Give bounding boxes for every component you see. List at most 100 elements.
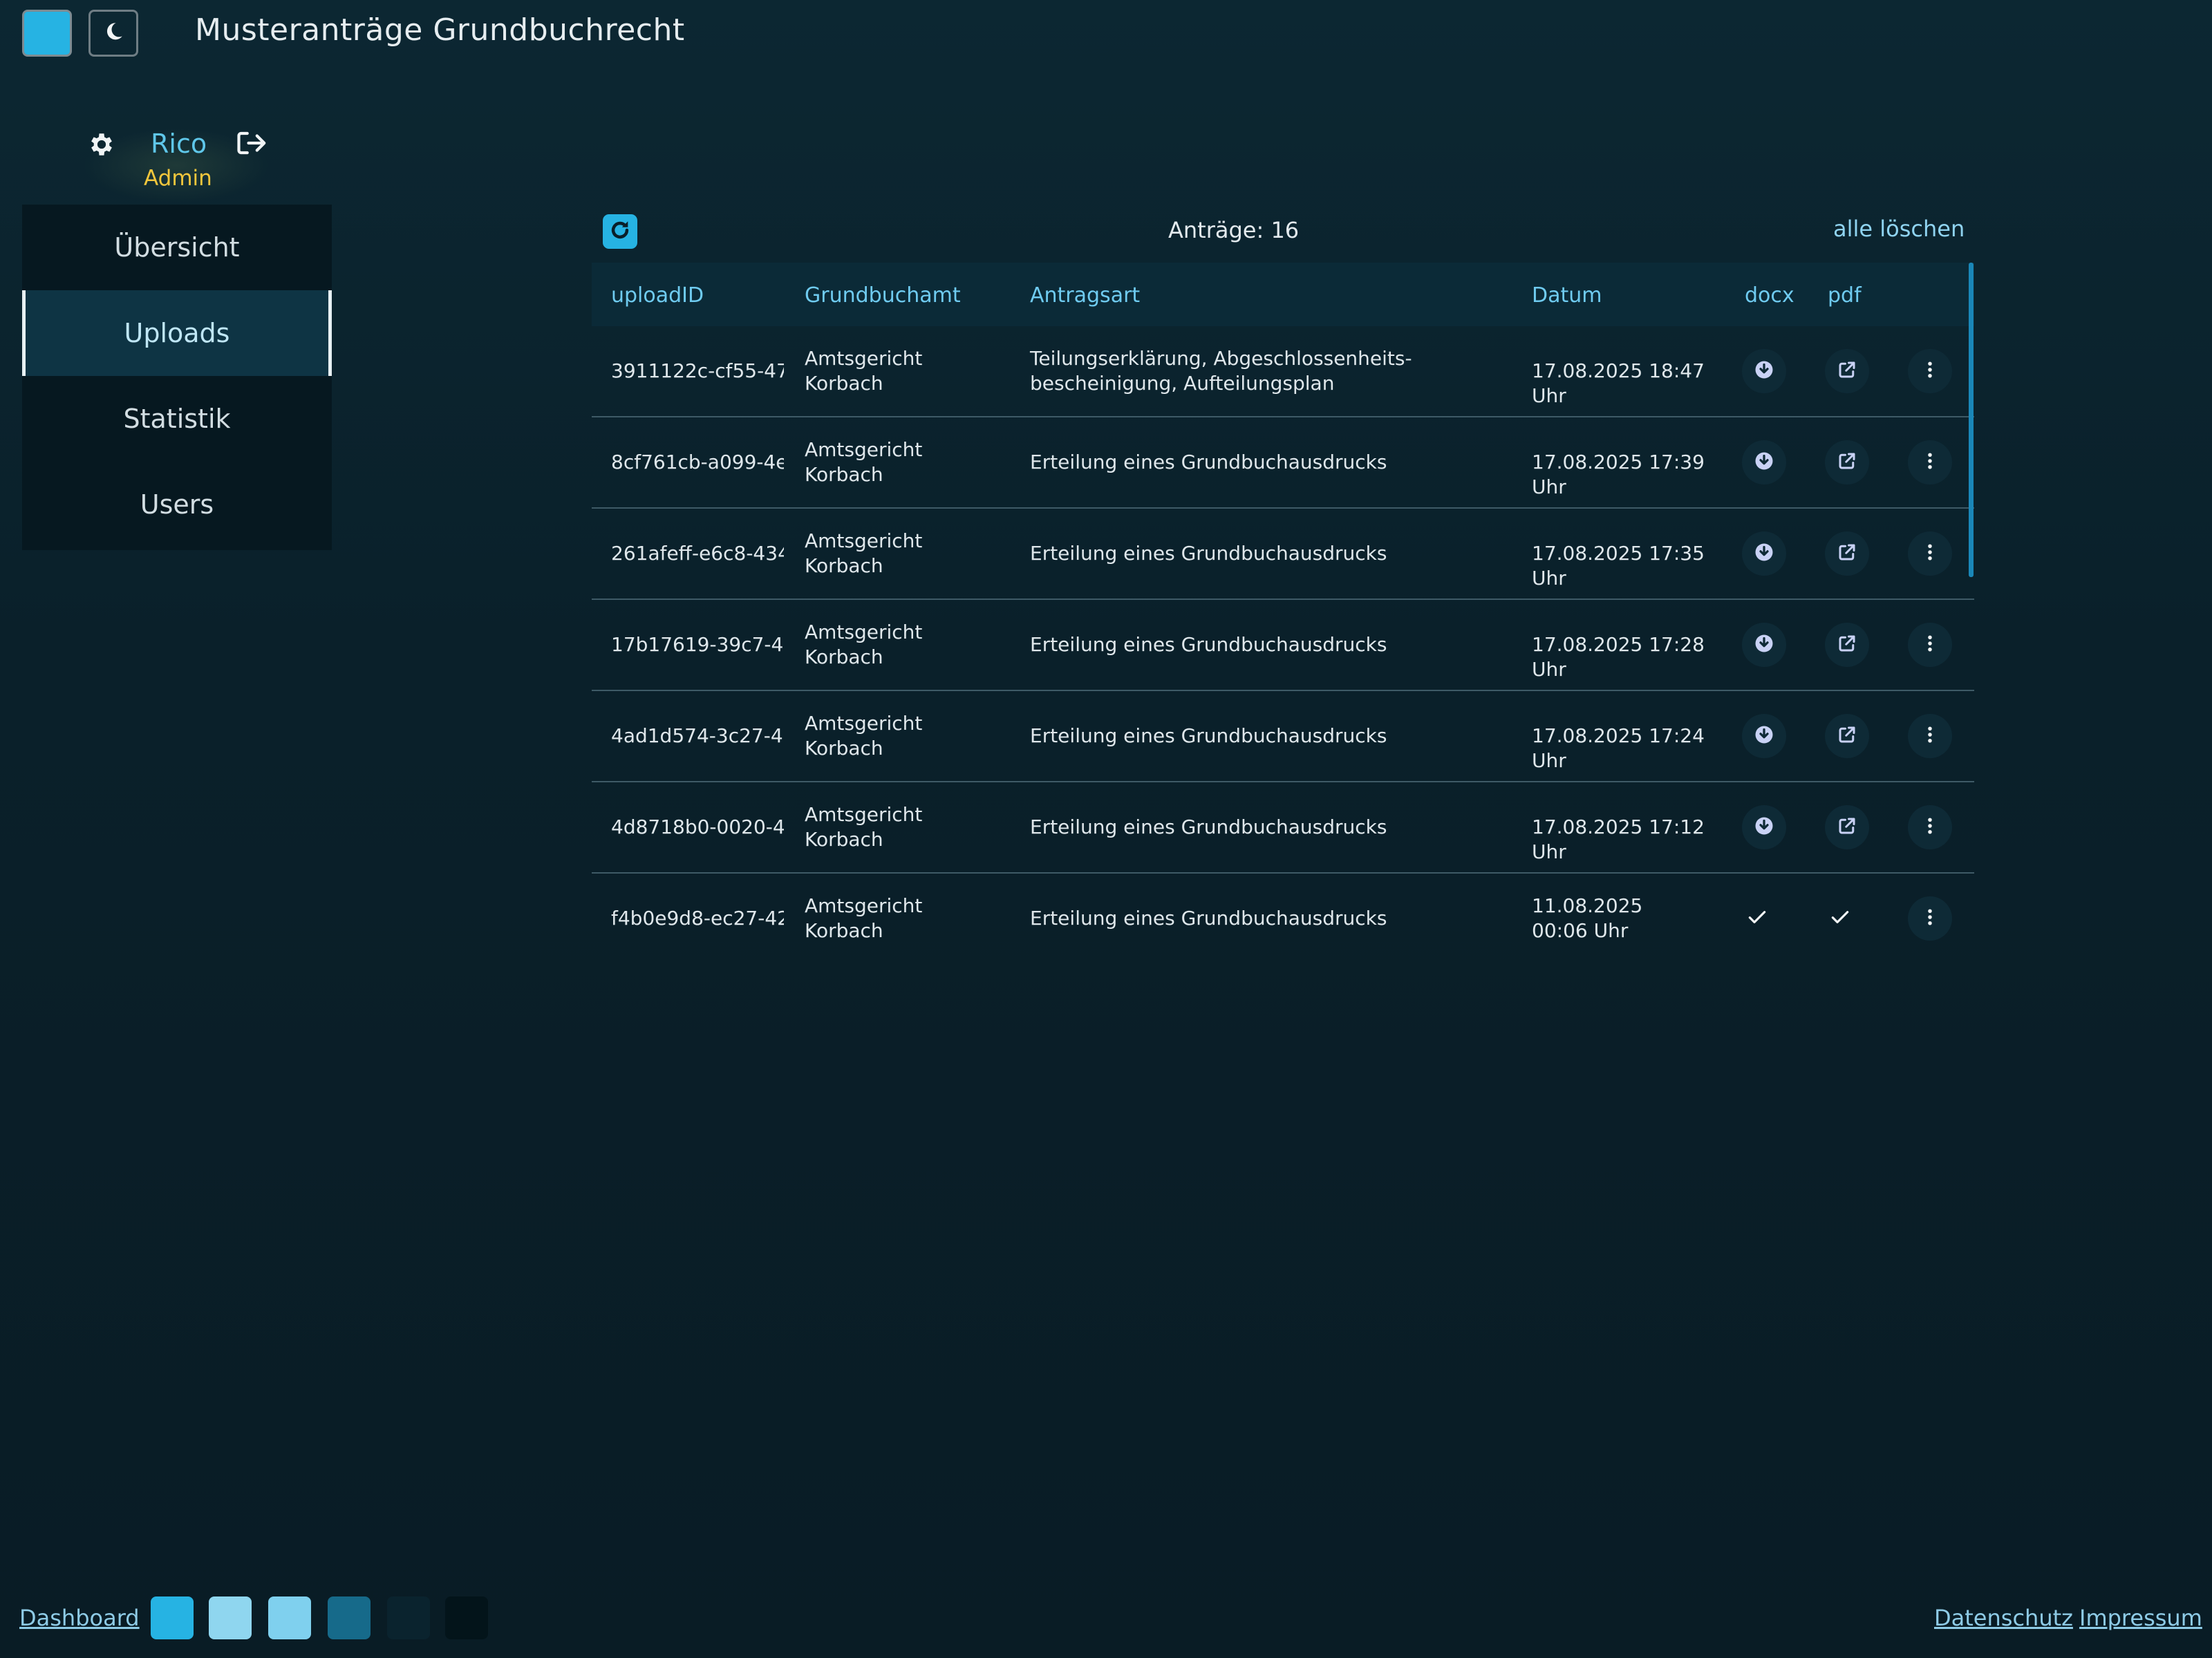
table-row[interactable]: 4ad1d574-3c27-4ef8- Amtsgericht Korbach Er… — [592, 691, 1974, 782]
grundbuchamt: Amtsgericht Korbach — [805, 894, 923, 942]
column-header-docx: docx — [1745, 283, 1794, 308]
upload-id: 3911122c-cf55-47fd-b — [611, 359, 784, 382]
table-row[interactable]: 4d8718b0-0020-4fd(Amtsgericht Korbach Ert… — [592, 782, 1974, 874]
row-menu-button[interactable] — [1908, 623, 1952, 667]
external-link-icon — [1837, 633, 1857, 657]
gear-icon[interactable] — [87, 130, 116, 162]
row-menu-button[interactable] — [1908, 896, 1952, 941]
datum: 17.08.2025 18:47 Uhr — [1532, 359, 1705, 407]
user-role: Admin — [144, 166, 212, 191]
more-vertical-icon — [1920, 724, 1940, 748]
sidebar-item-statistik[interactable]: Statistik — [22, 376, 332, 462]
more-vertical-icon — [1920, 816, 1940, 839]
grundbuchamt: Amtsgericht Korbach — [805, 621, 923, 668]
theme-swatch[interactable] — [387, 1596, 430, 1639]
column-header-datum[interactable]: Datum — [1532, 283, 1602, 308]
download-icon — [1754, 542, 1774, 565]
datum: 17.08.2025 17:39 Uhr — [1532, 451, 1705, 498]
logout-icon[interactable] — [235, 129, 267, 160]
app-title: Musteranträge Grundbuchrecht — [195, 12, 685, 48]
download-icon — [1754, 724, 1774, 748]
table-scrollbar[interactable] — [1969, 263, 1974, 577]
theme-swatch[interactable] — [445, 1596, 488, 1639]
row-menu-button[interactable] — [1908, 531, 1952, 576]
pdf-check-icon — [1829, 906, 1851, 931]
table-row[interactable]: f4b0e9d8-ec27-4253- Amtsgericht Korbach Er… — [592, 874, 1974, 963]
docx-download-button[interactable] — [1742, 805, 1786, 849]
table-row[interactable]: 17b17619-39c7-4930- Amtsgericht Korbach Er… — [592, 600, 1974, 691]
grundbuchamt: Amtsgericht Korbach — [805, 438, 923, 486]
datum: 17.08.2025 17:24 Uhr — [1532, 724, 1705, 772]
datum: 11.08.2025 00:06 Uhr — [1532, 894, 1643, 942]
reload-button[interactable] — [603, 214, 637, 249]
external-link-icon — [1837, 359, 1857, 383]
dark-mode-toggle[interactable] — [88, 10, 138, 57]
docx-check-icon — [1746, 906, 1768, 931]
table-row[interactable]: 8cf761cb-a099-4e0f- Amtsgericht Korbach Er… — [592, 417, 1974, 509]
upload-id: 17b17619-39c7-4930- — [611, 633, 784, 656]
datum: 17.08.2025 17:35 Uhr — [1532, 542, 1705, 590]
grundbuchamt: Amtsgericht Korbach — [805, 803, 923, 851]
sidebar-nav: Übersicht Uploads Statistik Users — [22, 205, 332, 550]
row-menu-button[interactable] — [1908, 440, 1952, 484]
antragsart: Erteilung eines Grundbuchausdrucks — [1030, 816, 1387, 838]
datum: 17.08.2025 17:12 Uhr — [1532, 816, 1705, 863]
column-header-pdf: pdf — [1828, 283, 1862, 308]
more-vertical-icon — [1920, 359, 1940, 383]
grundbuchamt: Amtsgericht Korbach — [805, 347, 923, 395]
theme-swatch[interactable] — [328, 1596, 371, 1639]
pdf-open-button[interactable] — [1825, 805, 1869, 849]
datenschutz-link[interactable]: Datenschutz — [1934, 1605, 2073, 1631]
column-header-grundbuchamt[interactable]: Grundbuchamt — [805, 283, 961, 308]
row-menu-button[interactable] — [1908, 714, 1952, 758]
pdf-open-button[interactable] — [1825, 440, 1869, 484]
user-name[interactable]: Rico — [151, 129, 207, 159]
grundbuchamt: Amtsgericht Korbach — [805, 712, 923, 760]
sidebar-item-uploads[interactable]: Uploads — [22, 290, 332, 376]
sidebar-item-users[interactable]: Users — [22, 462, 332, 547]
antragsart: Erteilung eines Grundbuchausdrucks — [1030, 907, 1387, 930]
docx-download-button[interactable] — [1742, 349, 1786, 393]
pdf-open-button[interactable] — [1825, 531, 1869, 576]
docx-download-button[interactable] — [1742, 623, 1786, 667]
uploads-table: uploadID Grundbuchamt Antragsart Datum d… — [592, 263, 1974, 963]
docx-download-button[interactable] — [1742, 440, 1786, 484]
download-icon — [1754, 359, 1774, 383]
table-row[interactable]: 3911122c-cf55-47fd-b Amtsgericht Korbach T… — [592, 326, 1974, 417]
dashboard-link[interactable]: Dashboard — [19, 1605, 140, 1631]
moon-icon — [102, 20, 125, 46]
download-icon — [1754, 816, 1774, 839]
row-menu-button[interactable] — [1908, 805, 1952, 849]
pdf-open-button[interactable] — [1825, 349, 1869, 393]
more-vertical-icon — [1920, 907, 1940, 930]
impressum-link[interactable]: Impressum — [2079, 1605, 2202, 1631]
column-header-uploadid[interactable]: uploadID — [611, 283, 704, 308]
upload-id: 8cf761cb-a099-4e0f- — [611, 451, 784, 473]
download-icon — [1754, 451, 1774, 474]
antragsart: Erteilung eines Grundbuchausdrucks — [1030, 633, 1387, 656]
external-link-icon — [1837, 724, 1857, 748]
external-link-icon — [1837, 816, 1857, 839]
table-row[interactable]: 261afeff-e6c8-4346- Amtsgericht Korbach Er… — [592, 509, 1974, 600]
external-link-icon — [1837, 451, 1857, 474]
external-link-icon — [1837, 542, 1857, 565]
antragsart: Erteilung eines Grundbuchausdrucks — [1030, 724, 1387, 747]
antragsart: Erteilung eines Grundbuchausdrucks — [1030, 451, 1387, 473]
docx-download-button[interactable] — [1742, 714, 1786, 758]
sidebar-item-uebersicht[interactable]: Übersicht — [22, 205, 332, 290]
refresh-icon — [608, 218, 632, 245]
theme-swatch[interactable] — [209, 1596, 252, 1639]
clear-all-button[interactable]: alle löschen — [1833, 216, 1965, 242]
pdf-open-button[interactable] — [1825, 714, 1869, 758]
antragsart: Erteilung eines Grundbuchausdrucks — [1030, 542, 1387, 565]
theme-swatch[interactable] — [268, 1596, 311, 1639]
upload-id: 4ad1d574-3c27-4ef8- — [611, 724, 784, 747]
column-header-antragsart[interactable]: Antragsart — [1030, 283, 1140, 308]
theme-swatch[interactable] — [151, 1596, 194, 1639]
docx-download-button[interactable] — [1742, 531, 1786, 576]
row-menu-button[interactable] — [1908, 349, 1952, 393]
pdf-open-button[interactable] — [1825, 623, 1869, 667]
table-body: 3911122c-cf55-47fd-b Amtsgericht Korbach T… — [592, 326, 1974, 963]
theme-color-button[interactable] — [22, 10, 72, 57]
antragsart: Teilungserklärung, Abgeschlossenheits-be… — [1030, 347, 1412, 395]
